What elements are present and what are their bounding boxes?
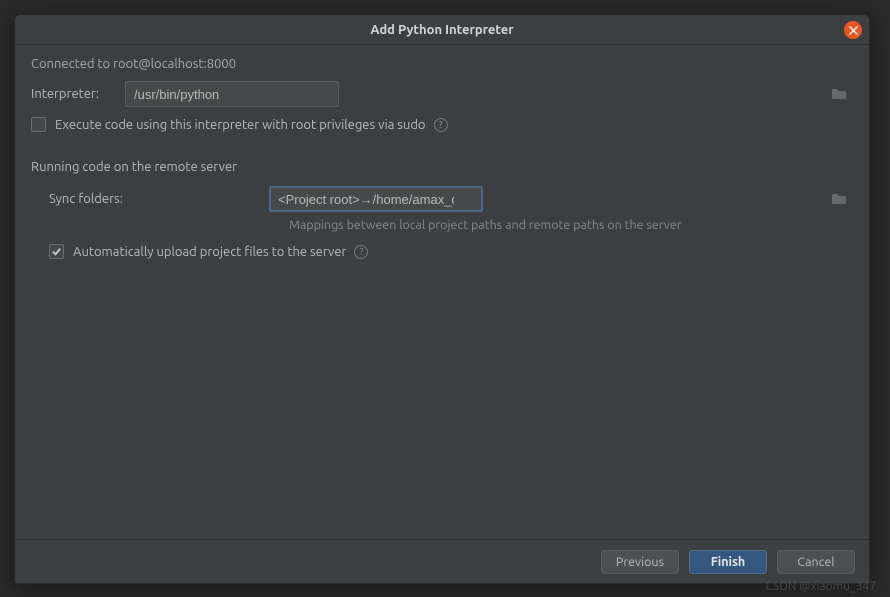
- spacer: [31, 269, 853, 539]
- titlebar: Add Python Interpreter: [15, 15, 869, 45]
- button-bar: Previous Finish Cancel: [15, 539, 869, 583]
- interpreter-label: Interpreter:: [31, 87, 125, 101]
- connection-status: Connected to root@localhost:8000: [31, 57, 853, 71]
- sync-row: Sync folders:: [49, 186, 853, 212]
- sudo-row: Execute code using this interpreter with…: [31, 117, 853, 132]
- section-title: Running code on the remote server: [31, 160, 853, 174]
- sudo-label: Execute code using this interpreter with…: [55, 118, 426, 132]
- folder-icon[interactable]: [831, 191, 847, 205]
- folder-icon[interactable]: [831, 86, 847, 100]
- sync-folders-input[interactable]: [269, 186, 483, 212]
- auto-upload-checkbox[interactable]: [49, 244, 64, 259]
- dialog-title: Add Python Interpreter: [370, 23, 513, 37]
- interpreter-row: Interpreter:: [31, 81, 853, 107]
- help-icon[interactable]: ?: [354, 245, 368, 259]
- previous-button[interactable]: Previous: [601, 550, 679, 574]
- add-interpreter-dialog: Add Python Interpreter Connected to root…: [14, 14, 870, 584]
- sudo-checkbox[interactable]: [31, 117, 46, 132]
- auto-upload-label: Automatically upload project files to th…: [73, 245, 346, 259]
- interpreter-input-wrap: [125, 81, 853, 107]
- sync-input-wrap: [269, 186, 853, 212]
- interpreter-input[interactable]: [125, 81, 339, 107]
- help-icon[interactable]: ?: [434, 118, 448, 132]
- dialog-content: Connected to root@localhost:8000 Interpr…: [15, 45, 869, 539]
- sync-folders-label: Sync folders:: [49, 192, 269, 206]
- sync-hint: Mappings between local project paths and…: [289, 218, 853, 232]
- cancel-button[interactable]: Cancel: [777, 550, 855, 574]
- auto-upload-row: Automatically upload project files to th…: [49, 244, 853, 259]
- close-button[interactable]: [844, 21, 862, 39]
- finish-button[interactable]: Finish: [689, 550, 767, 574]
- close-icon: [849, 26, 858, 35]
